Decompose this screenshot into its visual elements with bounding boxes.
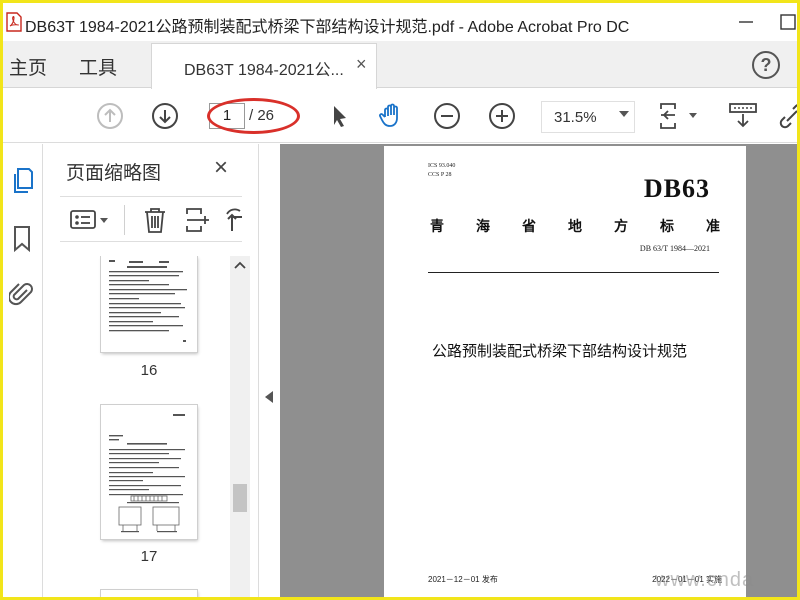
scroll-mode-icon[interactable]: [726, 101, 762, 131]
maximize-icon[interactable]: [777, 11, 797, 33]
standard-code: DB63: [643, 174, 710, 203]
panel-title: 页面缩略图: [66, 163, 162, 184]
close-tab-button[interactable]: ×: [356, 54, 367, 75]
panel-toolbar: [60, 196, 242, 242]
watermark-text: www.cnda: [655, 569, 755, 591]
thumbnail-list[interactable]: 16 17: [44, 256, 258, 597]
document-tab-label: DB63T 1984-2021公...: [184, 62, 344, 79]
document-tab[interactable]: DB63T 1984-2021公... ×: [151, 43, 377, 89]
options-menu-icon[interactable]: [68, 205, 114, 235]
pdf-app-icon: [6, 12, 22, 32]
hand-tool-icon[interactable]: [377, 101, 407, 131]
category-char: 海: [476, 218, 490, 234]
category-char: 省: [522, 218, 536, 234]
thumbnail-page-number: 17: [140, 548, 158, 565]
page-fit-icon[interactable]: [657, 101, 701, 131]
category-char: 青: [430, 218, 444, 234]
thumbnail-page-content: [109, 260, 187, 342]
standard-number: DB 63/T 1984—2021: [639, 244, 710, 253]
category-char: 方: [614, 218, 628, 234]
navigation-rail: [3, 144, 43, 597]
link-icon[interactable]: [777, 101, 797, 131]
attachments-icon[interactable]: [9, 280, 35, 310]
acrobat-window: DB63T 1984-2021公路预制装配式桥梁下部结构设计规范.pdf - A…: [3, 3, 797, 597]
menu-bar: 主页 工具 DB63T 1984-2021公... × ?: [3, 41, 797, 89]
select-cursor-icon[interactable]: [325, 101, 355, 131]
ics-code: ICS 93.040: [428, 163, 456, 169]
page-thumbnails-icon[interactable]: [9, 166, 35, 196]
thumbnail-page[interactable]: [101, 256, 197, 352]
category-char: 准: [706, 218, 720, 234]
standard-category: 青 海 省 地 方 标 准: [430, 216, 720, 236]
close-panel-button[interactable]: ×: [214, 154, 228, 182]
category-char: 地: [568, 218, 582, 234]
panel-collapse-handle[interactable]: [258, 144, 280, 597]
tools-tab[interactable]: 工具: [79, 53, 117, 80]
chevron-left-icon: [265, 391, 273, 403]
zoom-in-icon[interactable]: [487, 101, 517, 131]
header-rule: [428, 272, 719, 273]
thumbnail-page-number: 16: [140, 362, 158, 379]
chevron-down-icon: [619, 111, 629, 117]
toolbar: 1 / 26 31.5%: [3, 89, 797, 143]
thumbnail-page-content: [109, 414, 185, 533]
zoom-out-icon[interactable]: [432, 101, 462, 131]
category-char: 标: [660, 218, 674, 234]
ccs-code: CCS P 28: [428, 172, 452, 178]
scrollbar-thumb[interactable]: [233, 484, 247, 512]
thumbnail-page[interactable]: [101, 590, 197, 597]
window-title: DB63T 1984-2021公路预制装配式桥梁下部结构设计规范.pdf - A…: [25, 19, 630, 36]
home-tab[interactable]: 主页: [9, 53, 47, 80]
issue-date: 2021－12－01 发布: [428, 575, 498, 584]
help-button[interactable]: ?: [752, 51, 780, 79]
zoom-dropdown[interactable]: 31.5%: [541, 101, 635, 133]
thumbnails-panel: 页面缩略图 × 16 17: [44, 144, 258, 597]
document-view[interactable]: ICS 93.040 CCS P 28 DB63 青 海 省 地 方 标 准 D…: [280, 144, 797, 597]
delete-page-icon[interactable]: [140, 205, 170, 235]
rotate-page-icon[interactable]: [220, 205, 250, 235]
scroll-up-icon[interactable]: [233, 260, 247, 270]
bookmarks-icon[interactable]: [9, 224, 35, 254]
toolbar-divider: [124, 205, 125, 235]
previous-page-icon[interactable]: [95, 101, 125, 131]
title-bar: DB63T 1984-2021公路预制装配式桥梁下部结构设计规范.pdf - A…: [3, 3, 797, 41]
zoom-value: 31.5%: [554, 109, 597, 126]
thumbnail-scrollbar[interactable]: [230, 256, 250, 597]
insert-page-icon[interactable]: [182, 205, 212, 235]
document-title: 公路预制装配式桥梁下部结构设计规范: [432, 343, 688, 360]
red-highlight-annotation: [207, 98, 300, 134]
next-page-icon[interactable]: [150, 101, 180, 131]
thumbnail-page[interactable]: [101, 405, 197, 539]
minimize-icon[interactable]: [735, 11, 757, 33]
document-page: ICS 93.040 CCS P 28 DB63 青 海 省 地 方 标 准 D…: [384, 146, 746, 597]
